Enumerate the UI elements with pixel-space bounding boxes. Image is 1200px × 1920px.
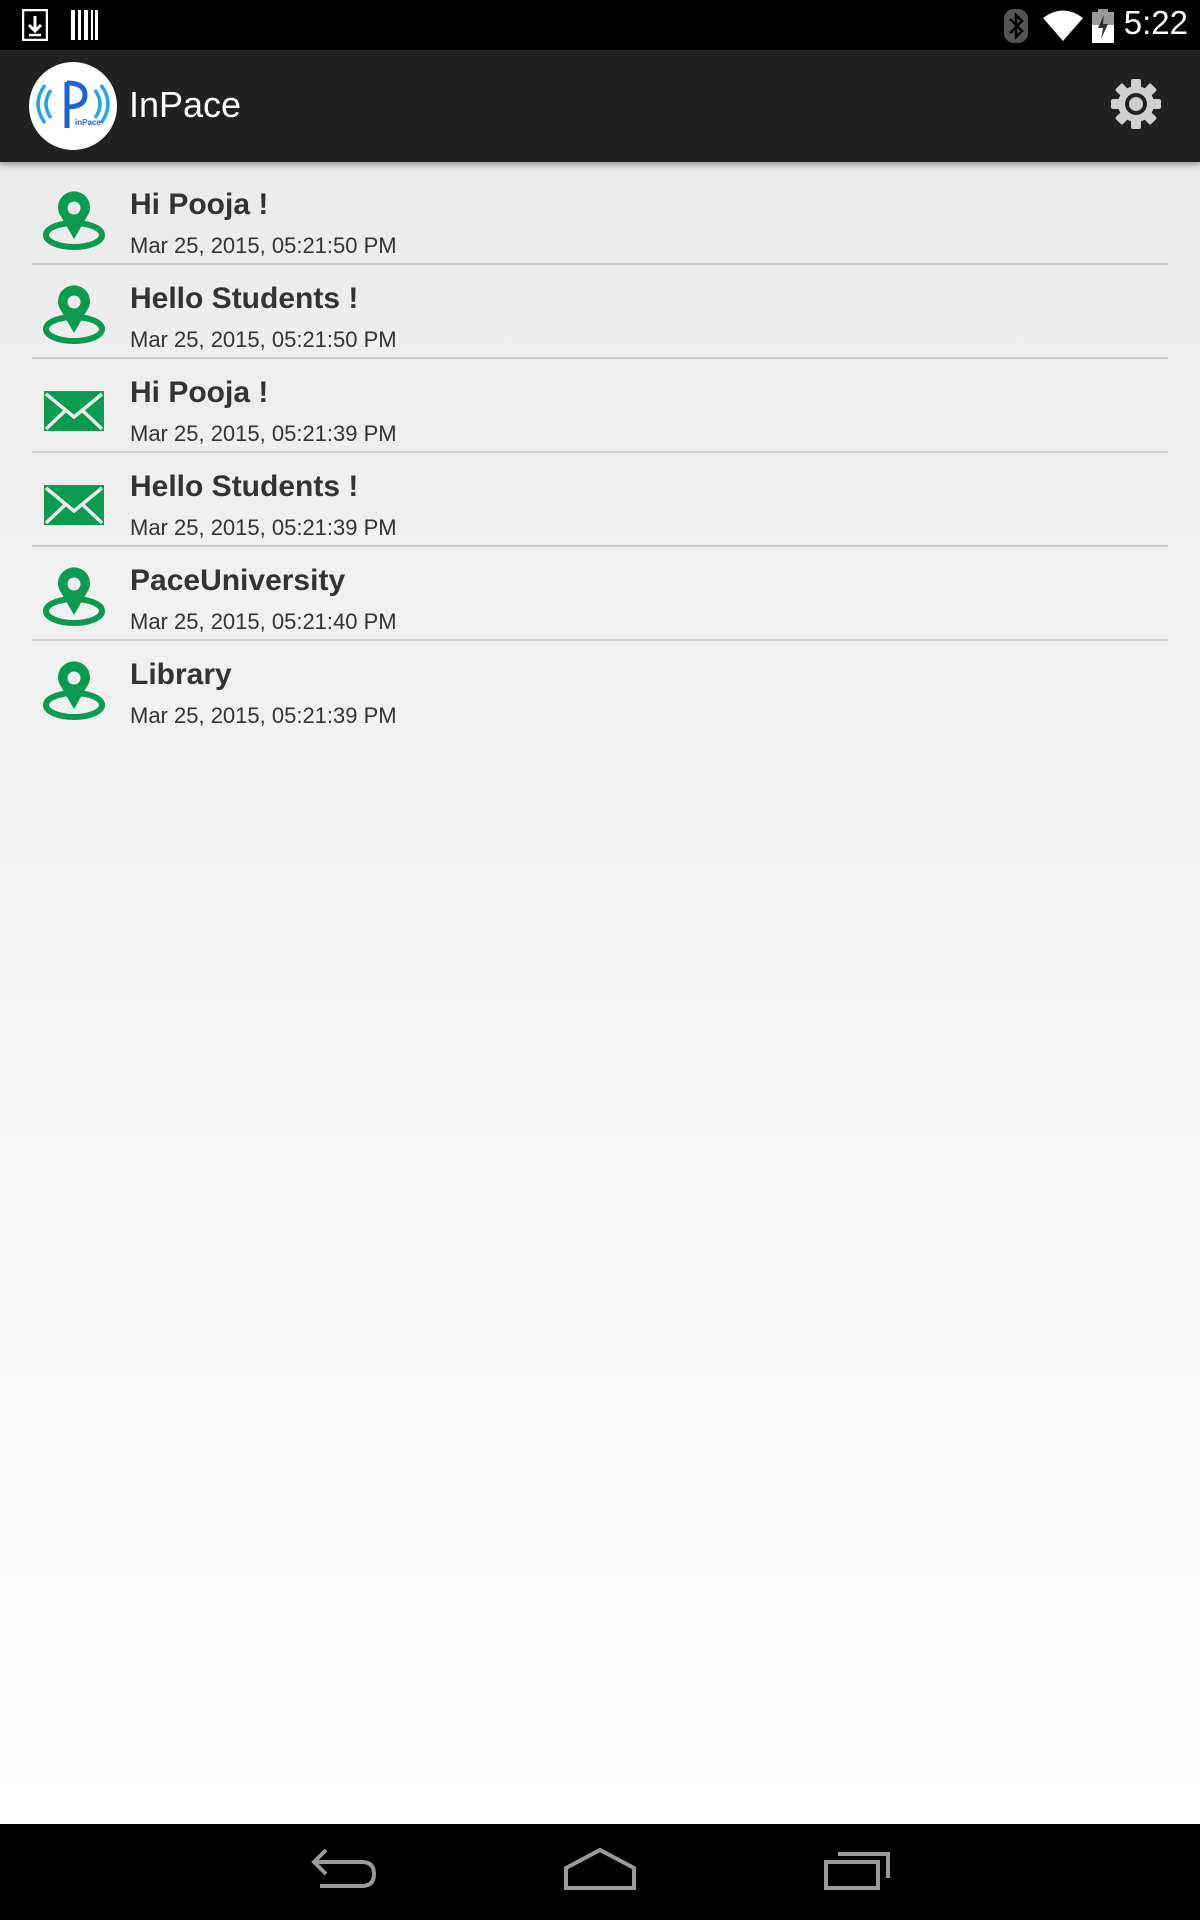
gear-icon (1111, 79, 1161, 129)
list-item[interactable]: PaceUniversity Mar 25, 2015, 05:21:40 PM (32, 547, 1168, 641)
item-title: Hi Pooja ! (130, 376, 269, 409)
list-item[interactable]: Hello Students ! Mar 25, 2015, 05:21:50 … (32, 265, 1168, 359)
item-timestamp: Mar 25, 2015, 05:21:50 PM (130, 327, 397, 352)
home-button[interactable] (562, 1844, 638, 1901)
settings-button[interactable] (1108, 76, 1164, 132)
action-bar: inPace InPace (0, 50, 1200, 162)
back-button[interactable] (306, 1844, 378, 1901)
home-icon (564, 1847, 636, 1890)
location-pin-icon (43, 285, 105, 344)
envelope-icon (44, 391, 104, 431)
item-title: Library (130, 658, 232, 691)
item-title: PaceUniversity (130, 564, 346, 597)
item-timestamp: Mar 25, 2015, 05:21:39 PM (130, 421, 397, 446)
location-pin-icon (43, 191, 105, 250)
list-item[interactable]: Hello Students ! Mar 25, 2015, 05:21:39 … (32, 453, 1168, 547)
battery-icon (1092, 9, 1114, 43)
recents-icon (824, 1852, 890, 1890)
back-icon (311, 1848, 377, 1888)
location-pin-icon (43, 661, 105, 720)
clock: 5:22 (1123, 4, 1188, 41)
barcode-icon (71, 10, 98, 40)
bluetooth-icon (1004, 9, 1028, 43)
inpace-logo-icon: inPace (36, 80, 110, 128)
app-title: InPace (129, 84, 242, 125)
message-list: Hi Pooja ! Mar 25, 2015, 05:21:50 PM Hel… (32, 171, 1168, 735)
list-item[interactable]: Library Mar 25, 2015, 05:21:39 PM (32, 641, 1168, 735)
item-timestamp: Mar 25, 2015, 05:21:39 PM (130, 703, 397, 728)
envelope-icon (44, 485, 104, 525)
list-item[interactable]: Hi Pooja ! Mar 25, 2015, 05:21:50 PM (32, 171, 1168, 265)
location-pin-icon (43, 567, 105, 626)
item-title: Hello Students ! (130, 470, 359, 503)
download-icon (22, 9, 48, 41)
wifi-icon (1043, 10, 1083, 41)
item-title: Hello Students ! (130, 282, 359, 315)
svg-text:inPace: inPace (75, 118, 101, 127)
item-title: Hi Pooja ! (130, 188, 269, 221)
item-timestamp: Mar 25, 2015, 05:21:40 PM (130, 609, 397, 634)
status-bar: 5:22 (0, 0, 1200, 50)
item-timestamp: Mar 25, 2015, 05:21:39 PM (130, 515, 397, 540)
app-logo[interactable]: inPace (29, 62, 117, 150)
list-item[interactable]: Hi Pooja ! Mar 25, 2015, 05:21:39 PM (32, 359, 1168, 453)
recents-button[interactable] (822, 1844, 892, 1901)
navigation-bar (0, 1824, 1200, 1920)
item-timestamp: Mar 25, 2015, 05:21:50 PM (130, 233, 397, 258)
